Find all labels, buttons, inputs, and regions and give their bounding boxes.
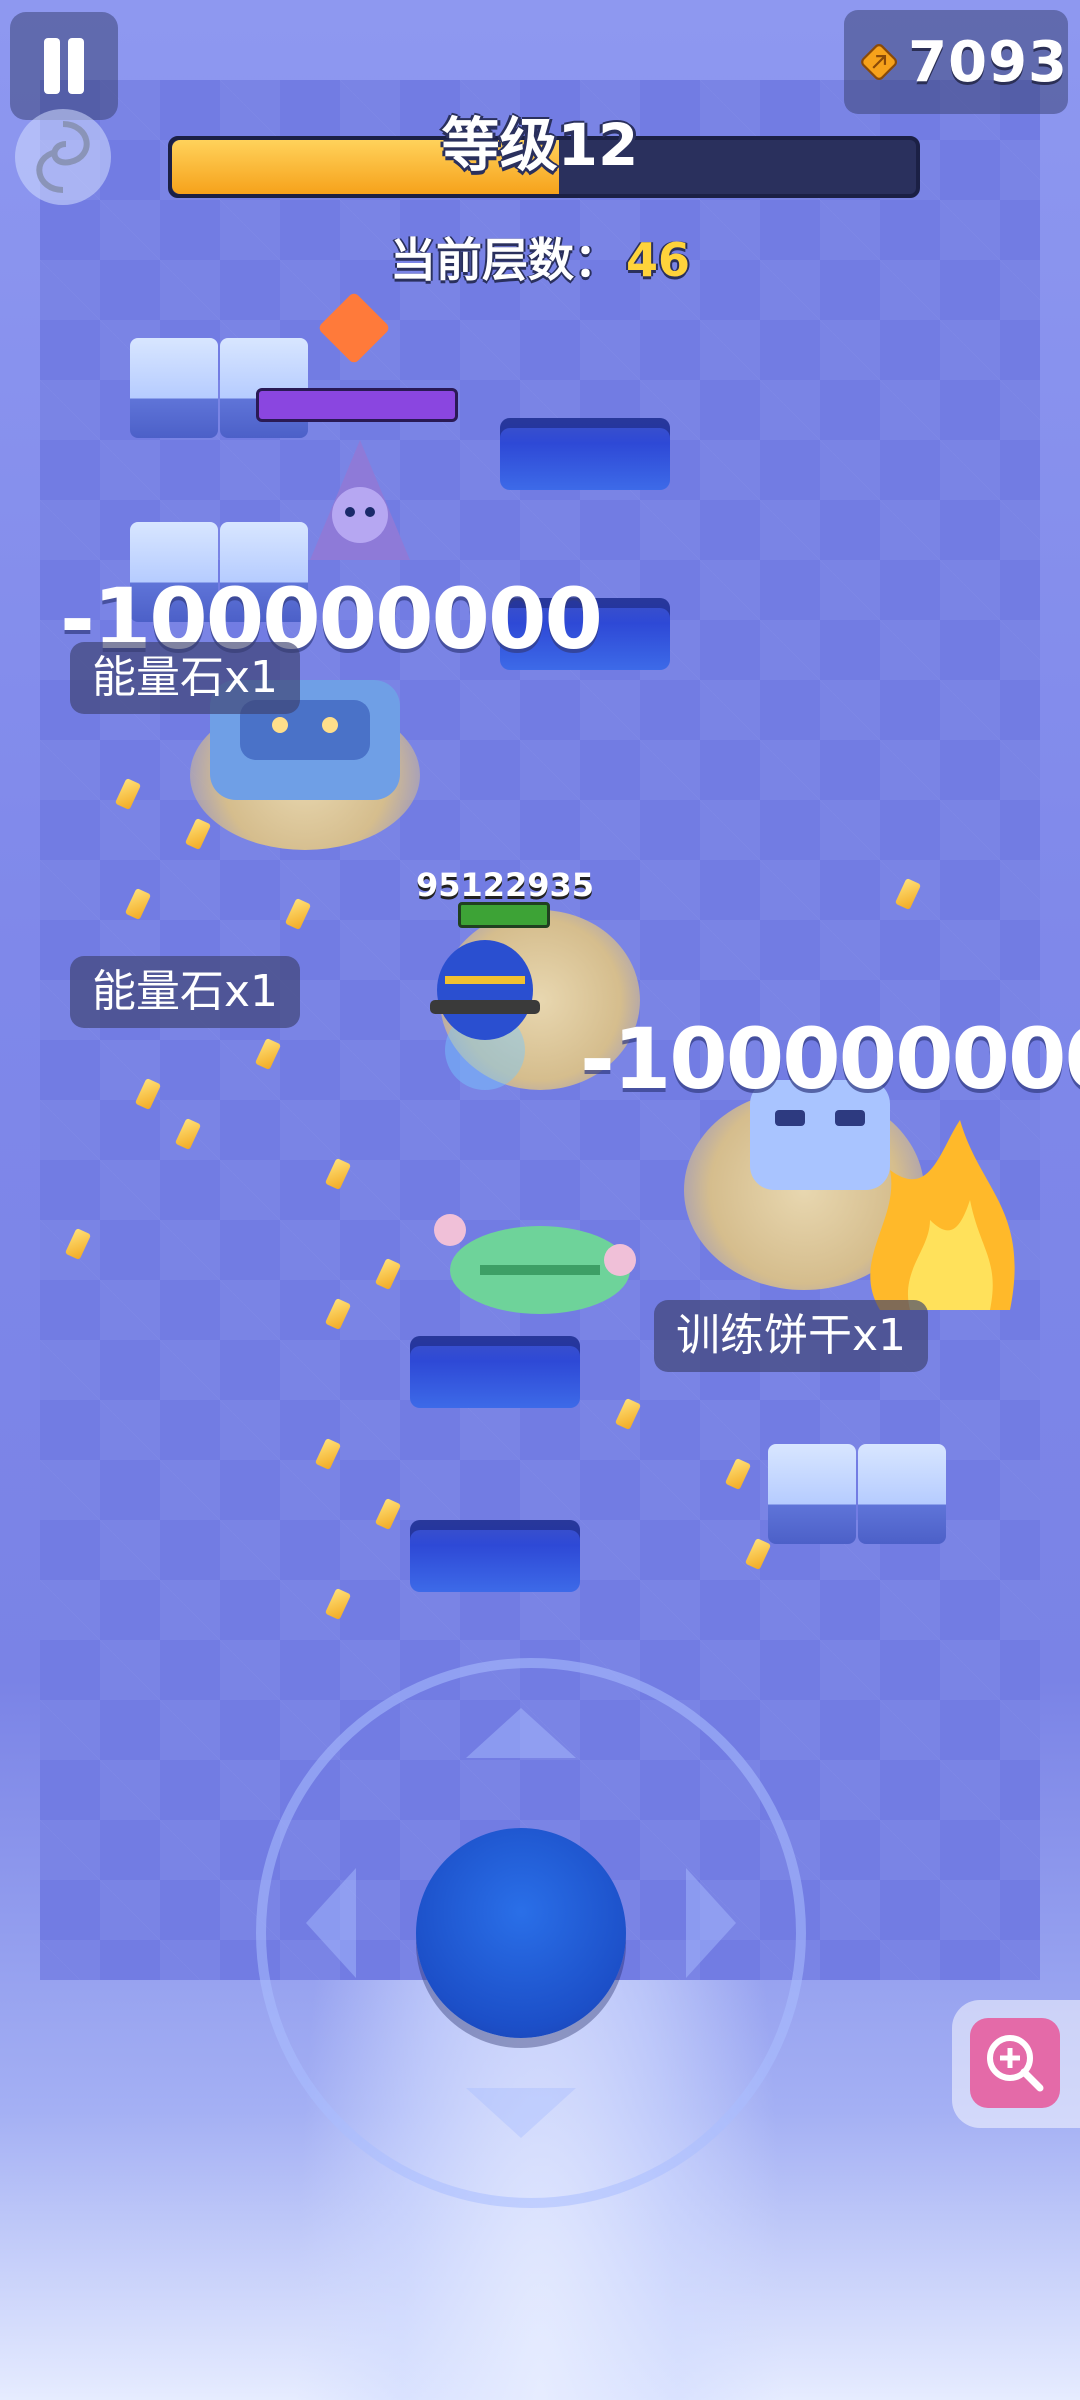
wizard-enemy — [310, 440, 410, 560]
damage-number: -100000000 — [580, 1010, 1080, 1108]
pickup-label: 训练饼干x1 — [654, 1300, 929, 1372]
floor-indicator: 当前层数： 46 — [0, 224, 1080, 290]
floor-label-text: 当前层数： — [389, 233, 620, 287]
floor-value: 46 — [625, 233, 690, 287]
pickup-label: 能量石x1 — [70, 956, 301, 1028]
zoom-button[interactable] — [952, 2000, 1080, 2128]
ice-block — [768, 1444, 856, 1544]
pause-icon — [44, 38, 60, 94]
fire-effect — [870, 1120, 1015, 1310]
pause-icon — [68, 38, 84, 94]
water-pit — [410, 1520, 580, 1592]
level-title: 等级12 — [441, 111, 639, 179]
ice-block — [858, 1444, 946, 1544]
zoom-button-face — [970, 2018, 1060, 2108]
virtual-joystick[interactable] — [256, 1658, 806, 2208]
ice-block — [130, 338, 218, 438]
game-stage[interactable]: 95122935 -100000000 -100000000 能量石x1 能量石… — [0, 0, 1080, 2400]
joystick-knob[interactable] — [416, 1828, 626, 2038]
player-hp-value: 95122935 — [415, 866, 595, 904]
water-pit — [410, 1336, 580, 1408]
pickup-label: 能量石x1 — [70, 642, 301, 714]
magnifier-plus-icon — [987, 2035, 1044, 2092]
cactus-enemy — [434, 1214, 636, 1314]
gem-count: 7093 — [908, 29, 1068, 95]
player-hero — [430, 940, 540, 1090]
bow-gem-icon — [861, 44, 898, 80]
player-health-bar — [458, 902, 550, 928]
water-pit — [500, 418, 670, 490]
enemy-health-bar — [256, 388, 458, 422]
